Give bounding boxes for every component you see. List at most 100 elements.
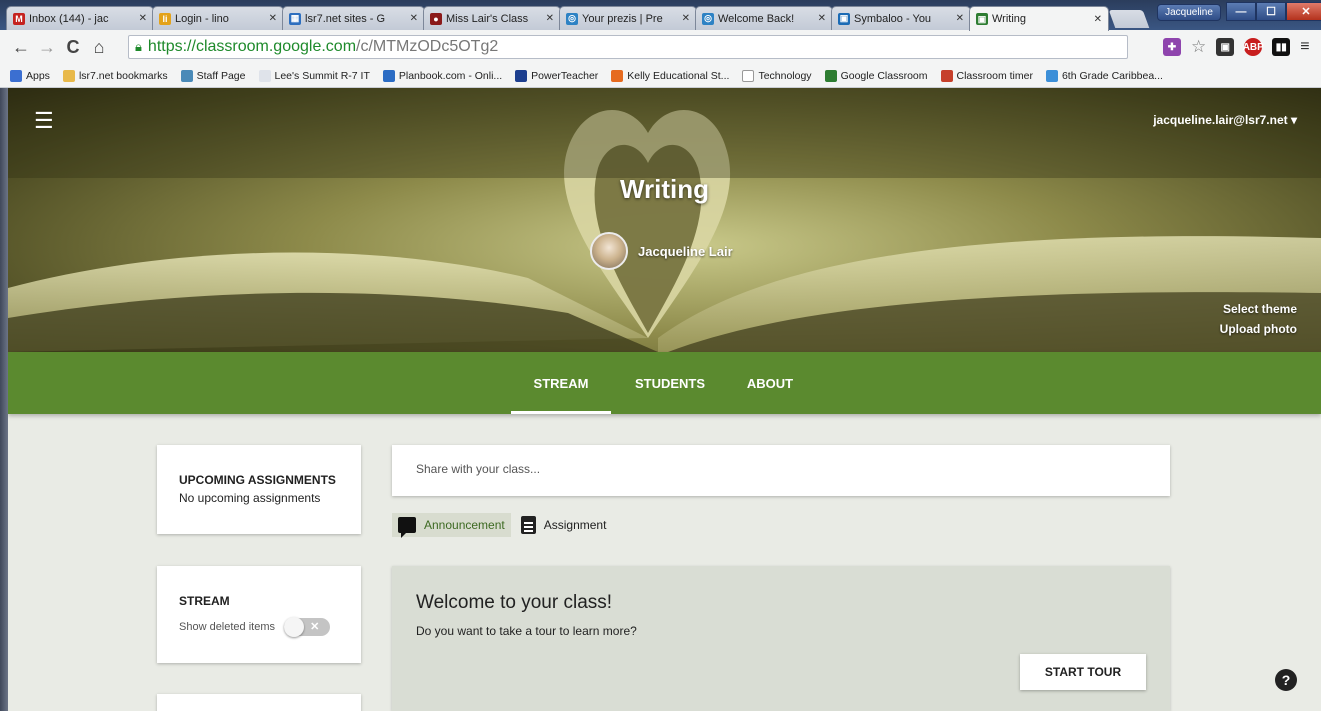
menu-icon[interactable]: ≡ (1300, 38, 1309, 56)
teacher-info: Jacqueline Lair (590, 232, 733, 270)
bookmark-item[interactable]: Google Classroom (824, 69, 928, 82)
timer-icon (940, 69, 953, 82)
puzzle-extension-icon[interactable]: ✚ (1163, 38, 1181, 56)
maximize-icon[interactable]: ☐ (1256, 2, 1286, 21)
bookmark-item[interactable]: Classroom timer (940, 69, 1033, 82)
apps-grid-icon (10, 69, 22, 82)
tab-about[interactable]: ABOUT (736, 352, 804, 414)
tab-label: Welcome Back! (718, 12, 795, 25)
google-classroom-icon (824, 69, 837, 82)
bookmark-label: Lee's Summit R-7 IT (274, 69, 370, 82)
upcoming-text: No upcoming assignments (179, 491, 321, 505)
browser-tab-welcome[interactable]: ◎ Welcome Back! ✕ (695, 6, 833, 30)
bookmark-item[interactable]: lsr7.net bookmarks (62, 69, 168, 82)
adblock-icon[interactable]: ABP (1243, 38, 1264, 56)
prezi-icon: ◎ (702, 12, 714, 25)
extension-icons: ✚ ☆ ▣ ABP ▮▮ ≡ (1163, 37, 1310, 57)
staff-page-icon (180, 69, 193, 82)
classroom-page: ☰ jacqueline.lair@lsr7.net ▾ Writing Jac… (8, 88, 1321, 711)
browser-tab-symbaloo[interactable]: ▣ Symbaloo - You ✕ (831, 6, 971, 30)
browser-tab-prezi[interactable]: ◎ Your prezis | Pre ✕ (559, 6, 697, 30)
tab-close-icon[interactable]: ✕ (818, 13, 826, 24)
bookmark-item[interactable]: Kelly Educational St... (611, 69, 729, 82)
tab-close-icon[interactable]: ✕ (546, 13, 554, 24)
bookmark-label: PowerTeacher (531, 69, 599, 82)
bookmark-item[interactable]: PowerTeacher (515, 69, 599, 82)
welcome-title: Welcome to your class! (416, 592, 613, 613)
new-tab-button[interactable] (1108, 10, 1150, 28)
hamburger-menu-icon[interactable]: ☰ (34, 110, 54, 132)
bookmark-item[interactable]: Planbook.com - Onli... (382, 69, 503, 82)
announcement-button[interactable]: Announcement (392, 513, 511, 538)
bookmark-item[interactable]: Staff Page (180, 69, 246, 82)
weebly-icon (1045, 69, 1058, 82)
minimize-icon[interactable]: — (1226, 2, 1256, 21)
tab-label: Miss Lair's Class (446, 12, 529, 25)
toggle-off-icon: ✕ (310, 621, 320, 633)
assignment-icon (520, 516, 536, 534)
additional-card (157, 694, 361, 711)
bookmark-label: Classroom timer (956, 69, 1033, 82)
select-theme-link[interactable]: Select theme (1220, 299, 1297, 319)
toggle-knob (284, 617, 305, 637)
bookmark-item[interactable]: Apps (10, 69, 50, 82)
browser-tab-inbox[interactable]: M Inbox (144) - jac ✕ (6, 6, 154, 30)
address-bar[interactable]: 🔒︎ https://classroom.google.com/c/MTMzOD… (128, 35, 1128, 59)
tab-label: Symbaloo - You (854, 12, 932, 25)
bookmark-star-icon[interactable]: ☆ (1191, 37, 1206, 57)
bookmark-item[interactable]: Lee's Summit R-7 IT (258, 69, 370, 82)
welcome-text: Do you want to take a tour to learn more… (416, 624, 637, 638)
chevron-down-icon: ▾ (1290, 113, 1297, 127)
start-tour-button[interactable]: START TOUR (1020, 654, 1146, 690)
bookmark-item[interactable]: Technology (742, 69, 812, 82)
teacher-avatar (590, 232, 628, 270)
tab-close-icon[interactable]: ✕ (682, 13, 690, 24)
tab-close-icon[interactable]: ✕ (269, 13, 277, 24)
share-input[interactable]: Share with your class... (392, 445, 1170, 496)
show-deleted-toggle[interactable]: ✕ (284, 617, 331, 637)
url-path: /c/MTMzODc5OTg2 (356, 38, 499, 55)
home-icon[interactable]: ⌂ (86, 37, 112, 58)
browser-tab-strip: M Inbox (144) - jac ✕ li Login - lino ✕ … (0, 0, 1321, 31)
tab-close-icon[interactable]: ✕ (139, 13, 147, 24)
film-extension-icon[interactable]: ▮▮ (1272, 38, 1291, 56)
show-deleted-label: Show deleted items (179, 620, 275, 633)
tab-label: Your prezis | Pre (582, 12, 663, 25)
tab-close-icon[interactable]: ✕ (956, 13, 964, 24)
class-title: Writing (619, 174, 710, 204)
account-menu[interactable]: jacqueline.lair@lsr7.net ▾ (1153, 113, 1297, 127)
browser-tab-lino[interactable]: li Login - lino ✕ (152, 6, 284, 30)
tab-label: Inbox (144) - jac (29, 12, 109, 25)
forward-icon[interactable]: → (34, 37, 60, 58)
book-heart-image (8, 88, 1321, 352)
symbaloo-icon: ▣ (838, 12, 850, 25)
announcement-label: Announcement (424, 518, 505, 532)
stream-title: STREAM (179, 594, 230, 608)
lino-icon: li (159, 12, 171, 25)
tab-close-icon[interactable]: ✕ (410, 13, 418, 24)
tab-label: Writing (992, 13, 1027, 25)
tab-students[interactable]: STUDENTS (625, 352, 715, 414)
bookmark-item[interactable]: 6th Grade Caribbea... (1045, 69, 1163, 82)
tab-stream[interactable]: STREAM (511, 352, 611, 414)
help-icon[interactable]: ? (1275, 669, 1297, 691)
upload-photo-link[interactable]: Upload photo (1220, 319, 1297, 339)
page-icon (258, 69, 271, 82)
reload-icon[interactable]: C (60, 37, 86, 58)
folder-icon (62, 69, 75, 82)
close-window-icon[interactable]: ✕ (1286, 2, 1321, 21)
profile-button[interactable]: Jacqueline (1157, 4, 1221, 21)
extension-square-icon[interactable]: ▣ (1216, 38, 1235, 56)
window-controls: — ☐ ✕ (1226, 2, 1321, 21)
assignment-button[interactable]: Assignment (515, 512, 613, 538)
browser-tab-sites[interactable]: ▦ lsr7.net sites - G ✕ (282, 6, 425, 30)
browser-toolbar: ← → C ⌂ 🔒︎ https://classroom.google.com /… (0, 30, 1321, 64)
browser-tab-class[interactable]: ● Miss Lair's Class ✕ (423, 6, 561, 30)
back-icon[interactable]: ← (8, 37, 34, 58)
tab-close-icon[interactable]: ✕ (1094, 14, 1102, 25)
planbook-icon (382, 69, 395, 82)
bookmark-label: Planbook.com - Onli... (398, 69, 503, 82)
browser-tab-writing[interactable]: ▣ Writing ✕ (969, 6, 1109, 31)
theme-links: Select theme Upload photo (1220, 299, 1297, 339)
google-classroom-icon: ▣ (976, 13, 988, 25)
